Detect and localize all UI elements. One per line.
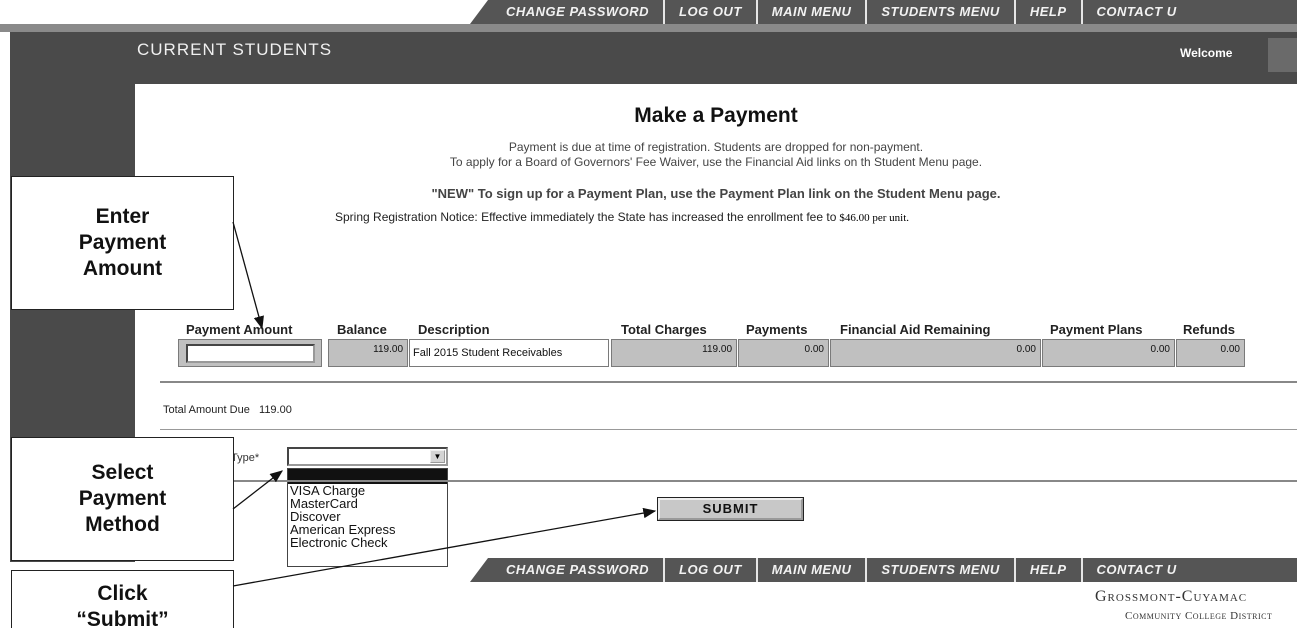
header-payment-plans: Payment Plans <box>1050 322 1143 337</box>
header-description: Description <box>418 322 490 337</box>
nav-students-menu[interactable]: Students Menu <box>867 558 1016 582</box>
nav-students-menu[interactable]: Students Menu <box>867 0 1016 24</box>
notice-fee-waiver: To apply for a Board of Governors' Fee W… <box>449 155 983 169</box>
section-title: Current Students <box>137 40 333 59</box>
payment-amount-cell <box>178 339 322 367</box>
notice-spring-registration: Spring Registration Notice: Effective im… <box>335 210 909 224</box>
page-title: Make a Payment <box>634 104 798 127</box>
payment-plans-cell: 0.00 <box>1042 339 1175 367</box>
total-charges-cell: 119.00 <box>611 339 737 367</box>
nav-change-password[interactable]: Change Password <box>492 0 666 24</box>
payments-cell: 0.00 <box>738 339 829 367</box>
college-logo-name: Grossmont-Cuyamac <box>1095 588 1248 605</box>
callout-line: Payment <box>78 487 167 510</box>
divider <box>160 429 1297 430</box>
balance-cell: 119.00 <box>328 339 408 367</box>
divider <box>160 480 1297 482</box>
notice-spring-text: Spring Registration Notice: Effective im… <box>335 210 837 224</box>
callout-line: Method <box>85 513 160 536</box>
header-financial-aid-remaining: Financial Aid Remaining <box>840 322 991 337</box>
refunds-cell: 0.00 <box>1176 339 1245 367</box>
callout-line: Click <box>97 582 148 605</box>
description-cell: Fall 2015 Student Receivables <box>409 339 609 367</box>
divider <box>160 381 1297 383</box>
nav-log-out[interactable]: Log Out <box>665 0 758 24</box>
college-logo-subtitle: Community College District <box>1125 610 1273 622</box>
chevron-down-icon[interactable]: ▼ <box>430 450 445 463</box>
submit-button[interactable]: SUBMIT <box>658 498 803 520</box>
financial-aid-cell: 0.00 <box>830 339 1041 367</box>
nav-change-password[interactable]: Change Password <box>492 558 666 582</box>
header-total-charges: Total Charges <box>621 322 707 337</box>
nav-log-out[interactable]: Log Out <box>665 558 758 582</box>
callout-select-payment-method: Select Payment Method <box>11 437 234 561</box>
welcome-user-box <box>1268 38 1297 72</box>
top-nav: Change Password Log Out Main Menu Studen… <box>470 0 1297 24</box>
callout-click-submit: Click “Submit” <box>11 570 234 628</box>
top-divider <box>0 24 1297 32</box>
nav-help[interactable]: Help <box>1016 0 1083 24</box>
nav-contact-us[interactable]: Contact U <box>1083 558 1191 582</box>
header-payment-amount: Payment Amount <box>186 322 293 337</box>
callout-line: Enter <box>95 205 150 228</box>
header-balance: Balance <box>337 322 387 337</box>
callout-line: Select <box>91 461 154 484</box>
payment-panel: Make a Payment Payment is due at time of… <box>135 84 1297 567</box>
payment-amount-input[interactable] <box>186 344 315 363</box>
callout-line: Payment <box>78 231 167 254</box>
nav-contact-us[interactable]: Contact U <box>1083 0 1191 24</box>
total-label: Total Amount Due <box>163 404 250 416</box>
callout-enter-payment-amount: Enter Payment Amount <box>11 176 234 310</box>
header-payments: Payments <box>746 322 808 337</box>
welcome-text: Welcome <box>1180 46 1233 60</box>
notice-payment-plan: "NEW" To sign up for a Payment Plan, use… <box>431 186 1001 201</box>
fee-text: $46.00 per unit. <box>839 212 910 224</box>
bottom-nav: Change Password Log Out Main Menu Studen… <box>470 558 1297 582</box>
payment-type-dropdown: VISA Charge MasterCard Discover American… <box>287 468 448 567</box>
total-value: 119.00 <box>259 404 292 416</box>
nav-help[interactable]: Help <box>1016 558 1083 582</box>
nav-main-menu[interactable]: Main Menu <box>758 558 868 582</box>
dropdown-option-electronic-check[interactable]: Electronic Check <box>288 536 447 549</box>
header-refunds: Refunds <box>1183 322 1235 337</box>
payment-type-label: Type* <box>231 452 260 464</box>
notice-payment-due: Payment is due at time of registration. … <box>508 140 924 154</box>
payment-type-select[interactable]: ▼ <box>287 447 448 466</box>
callout-line: Amount <box>82 257 163 280</box>
nav-main-menu[interactable]: Main Menu <box>758 0 868 24</box>
callout-line: “Submit” <box>76 608 169 628</box>
total-amount-due: Total Amount Due 119.00 <box>163 404 292 416</box>
